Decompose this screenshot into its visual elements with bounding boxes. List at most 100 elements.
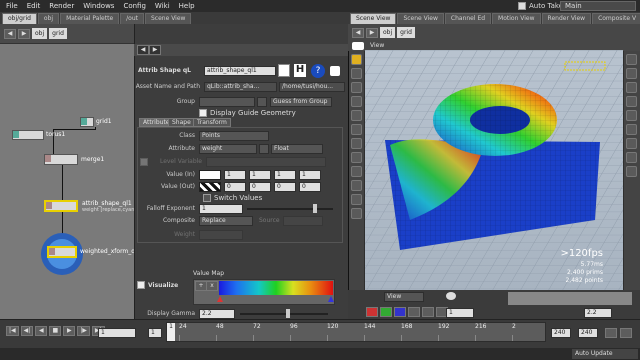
back-arrow-icon[interactable]: ◀ [352,27,364,38]
composite-menu[interactable]: Replace [199,215,253,226]
value-out-g[interactable]: 0 [249,181,271,192]
tab-scene-view-1[interactable]: Scene View [350,13,397,24]
viewer-value-1[interactable]: 1 [446,308,474,318]
grid-icon[interactable] [626,152,637,163]
group-field[interactable] [199,96,255,107]
path-grid[interactable]: grid [49,28,67,39]
menu-render[interactable]: Render [49,2,74,10]
source-field[interactable] [282,215,323,226]
attribute-select-icon[interactable] [259,143,269,154]
tab-obj[interactable]: obj [37,13,60,24]
slider-handle[interactable] [313,203,317,213]
snap-red-icon[interactable] [366,307,378,317]
tab-transform[interactable]: Transform [193,118,231,127]
parm-forward-icon[interactable]: ▶ [149,45,161,55]
stop-icon[interactable]: ■ [49,326,62,336]
tab-motion-view[interactable]: Motion View [492,13,541,24]
switch-values-checkbox[interactable] [203,193,211,202]
tab-scene-view-2[interactable]: Scene View [397,13,444,24]
node-name-field[interactable]: attrib_shape_ql1 [204,66,276,76]
node-weighted-xform-ql1[interactable] [47,246,77,258]
visualize-toggle[interactable]: Visualize [137,281,178,289]
value-in-r[interactable]: 1 [224,169,246,180]
node-flag[interactable] [45,155,51,162]
viewer-value-2[interactable]: 2.2 [584,308,612,318]
play-icon[interactable]: ▶ [63,326,76,336]
value-out-swatch[interactable] [199,181,221,192]
paint-tool-icon[interactable] [351,138,362,149]
play-back-icon[interactable]: ◀ [35,326,48,336]
handle-tool-icon[interactable] [351,110,362,121]
view-tool-icon[interactable] [351,152,362,163]
tab-render-view[interactable]: Render View [541,13,592,24]
render-tool-icon[interactable] [351,180,362,191]
menu-help[interactable]: Help [179,2,195,10]
class-menu[interactable]: Points [199,130,269,141]
tab-scene-view-left[interactable]: Scene View [145,13,192,24]
level-variable-field[interactable] [206,156,326,167]
value-map-gradient[interactable] [219,281,333,295]
display-gamma-slider[interactable] [240,308,328,318]
node-attrib-shape-ql1[interactable] [44,200,78,212]
slider-handle[interactable] [286,308,290,318]
falloff-field[interactable]: 1 [199,203,243,214]
node-flag[interactable] [49,248,55,255]
tab-channel-editor[interactable]: Channel Ed [444,13,492,24]
tab-out[interactable]: /out [120,13,144,24]
attribute-type-menu[interactable]: Float [271,143,323,154]
menu-edit[interactable]: Edit [27,2,41,10]
menu-file[interactable]: File [6,2,18,10]
node-grid1[interactable] [80,117,94,127]
gear-icon[interactable] [278,64,290,77]
info-icon[interactable]: ? [311,64,325,78]
node-merge1[interactable] [44,154,78,165]
snap-grid-icon[interactable] [408,307,420,317]
group-select-icon[interactable] [257,96,267,107]
weight-field[interactable] [199,229,243,240]
normals-icon[interactable] [626,124,637,135]
forward-arrow-icon[interactable]: ▶ [366,27,378,38]
node-flag[interactable] [81,118,87,125]
view-menu[interactable]: View [384,292,424,302]
snap-tool-icon[interactable] [351,166,362,177]
node-flag[interactable] [13,131,19,138]
value-out-a[interactable]: 0 [299,181,321,192]
rotate-tool-icon[interactable] [351,82,362,93]
display-gamma-field[interactable]: 2.2 [199,308,235,319]
light-tool-icon[interactable] [351,194,362,205]
display-options-icon[interactable] [626,54,637,65]
falloff-slider[interactable] [247,203,333,213]
scale-tool-icon[interactable] [351,96,362,107]
points-icon[interactable] [626,110,637,121]
back-arrow-icon[interactable]: ◀ [4,28,16,39]
snap-blue-icon[interactable] [394,307,406,317]
forward-arrow-icon[interactable]: ▶ [18,28,30,39]
3d-viewport[interactable]: >120fps 5.77ms 2,400 prims 2,482 points [365,50,623,290]
param-options-icon[interactable] [330,66,340,76]
guess-group-menu[interactable]: Guess from Group [270,96,332,107]
ramp-key-right-icon[interactable] [328,296,334,302]
snap-point-icon[interactable] [422,307,434,317]
menu-windows[interactable]: Windows [83,2,114,10]
help-h-icon[interactable]: H [294,64,306,77]
network-editor[interactable] [0,24,134,319]
frame-marker[interactable]: 1 [167,323,175,341]
node-torus1[interactable] [12,130,44,140]
shaded-icon[interactable] [626,82,637,93]
display-guide-checkbox[interactable] [199,108,207,117]
menu-wiki[interactable]: Wiki [155,2,170,10]
path-obj[interactable]: obj [380,27,396,38]
asset-path-field[interactable]: /home/tusi/hou... [279,81,345,92]
value-in-swatch[interactable] [199,169,221,180]
select-tool-icon[interactable] [351,54,362,65]
eye-icon[interactable] [446,292,456,300]
key-icon[interactable] [605,328,617,338]
value-in-g[interactable]: 1 [249,169,271,180]
parm-back-icon[interactable]: ◀ [137,45,149,55]
step-back-icon[interactable]: ◀| [20,326,34,336]
auto-takes-checkbox[interactable] [518,2,526,10]
pose-tool-icon[interactable] [351,124,362,135]
wireframe-icon[interactable] [626,68,637,79]
value-in-a[interactable]: 1 [299,169,321,180]
path-obj[interactable]: obj [32,28,48,39]
